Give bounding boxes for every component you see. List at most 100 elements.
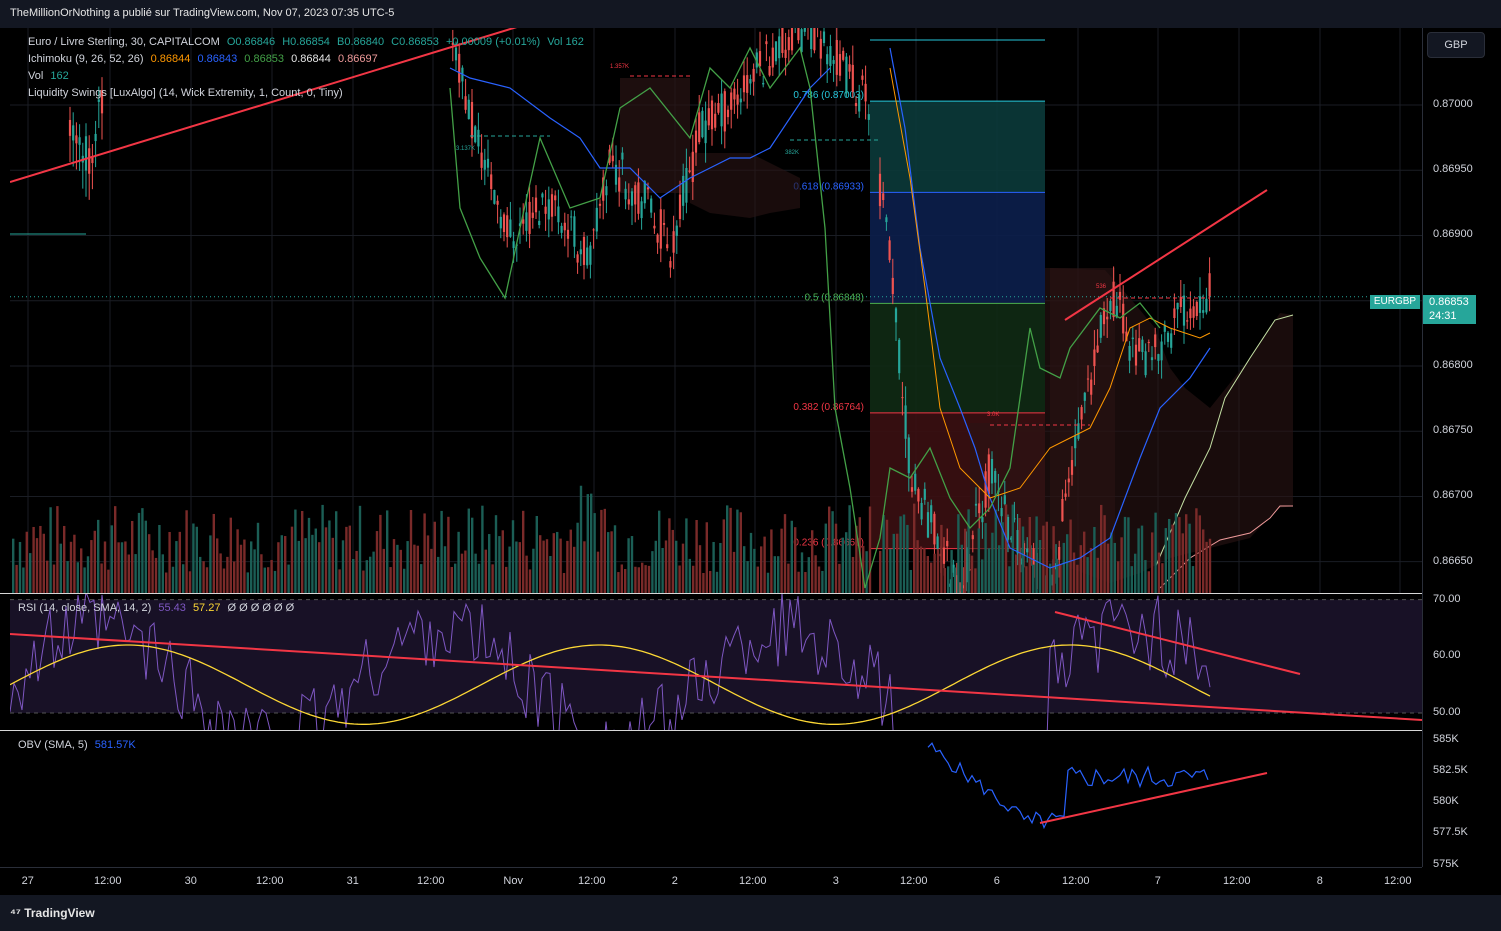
- candle-body: [1074, 435, 1077, 449]
- candle-body: [752, 68, 755, 82]
- rsi-legend[interactable]: RSI (14, close, SMA, 14, 2) 55.43 57.27 …: [18, 602, 298, 614]
- volume-bar: [889, 548, 892, 593]
- candle-body: [736, 94, 739, 105]
- volume-bar: [919, 546, 923, 593]
- candle-body: [923, 488, 926, 500]
- volume-bar: [1035, 516, 1038, 593]
- main-chart-pane[interactable]: 0.786 (0.87003) 0.618 (0.86933) 0.5 (0.868…: [10, 28, 1422, 593]
- rsi-pane[interactable]: RSI (14, close, SMA, 14, 2) 55.43 57.27 …: [10, 594, 1422, 730]
- candle-body: [1061, 498, 1064, 522]
- price-tick-label: 0.86700: [1433, 489, 1473, 502]
- candle-body: [730, 92, 733, 110]
- volume-legend-value: 162: [50, 70, 69, 82]
- volume-bar: [749, 532, 753, 593]
- volume-bar: [926, 556, 929, 593]
- candle-body: [898, 339, 901, 374]
- candle-body: [496, 200, 499, 205]
- obv-tick-label: 585K: [1433, 732, 1459, 745]
- volume-bar: [216, 538, 219, 593]
- time-tick-label: 7: [1154, 875, 1161, 887]
- candle-body: [1122, 303, 1125, 334]
- volume-bar: [148, 534, 151, 593]
- time-tick-label: 12:00: [256, 875, 284, 887]
- currency-button[interactable]: GBP: [1427, 32, 1485, 58]
- volume-bar: [556, 531, 559, 593]
- volume-bar: [464, 550, 467, 593]
- volume-bar: [433, 521, 436, 593]
- volume-bar: [66, 561, 69, 593]
- candle-body: [742, 75, 746, 93]
- time-tick-label: 12:00: [739, 875, 767, 887]
- candle-body: [926, 512, 930, 538]
- liquidity-annotation: 536: [1096, 284, 1107, 290]
- volume-bar: [1055, 558, 1059, 593]
- price-scale[interactable]: 0.870000.869500.869000.868500.868000.867…: [1422, 28, 1501, 870]
- candle-body: [557, 206, 560, 223]
- candle-body: [867, 114, 870, 120]
- volume-bar: [481, 505, 484, 593]
- volume-bar: [56, 506, 59, 593]
- volume-bar: [284, 536, 287, 593]
- candle-body: [624, 188, 627, 200]
- liquidity-legend[interactable]: Liquidity Swings [LuxAlgo] (14, Wick Ext…: [28, 87, 347, 99]
- volume-bar: [18, 541, 22, 593]
- volume-bar: [471, 517, 474, 593]
- candle-body: [531, 212, 534, 218]
- ichimoku-legend[interactable]: Ichimoku (9, 26, 52, 26) 0.86844 0.86843…: [28, 53, 382, 65]
- volume-bar: [260, 554, 263, 593]
- volume-bar: [1083, 531, 1086, 593]
- volume-bar: [341, 540, 345, 593]
- candle-body: [666, 244, 669, 249]
- rsi-chart-svg[interactable]: [10, 594, 1422, 730]
- volume-bar: [239, 544, 243, 593]
- symbol-name[interactable]: Euro / Livre Sterling, 30, CAPITALCOM: [28, 36, 220, 48]
- candle-body: [810, 28, 813, 50]
- candle-body: [701, 110, 704, 138]
- obv-pane[interactable]: OBV (SMA, 5) 581.57K: [10, 731, 1422, 867]
- volume-bar: [879, 550, 882, 593]
- time-axis[interactable]: 27 12:00 30 12:00 31 12:00 Nov 12:00 2 12:00 3 12:0…: [0, 867, 1422, 896]
- candle-body: [1080, 407, 1083, 420]
- candle-body: [774, 41, 778, 62]
- candle-body: [467, 99, 470, 120]
- volume-bar: [1113, 542, 1116, 593]
- volume-bar: [175, 541, 178, 593]
- volume-bar: [273, 570, 277, 593]
- time-tick-label: 31: [346, 875, 359, 887]
- obv-legend[interactable]: OBV (SMA, 5) 581.57K: [18, 739, 140, 751]
- volume-bar: [709, 570, 712, 593]
- volume-bar: [103, 541, 107, 593]
- candle-body: [621, 152, 624, 160]
- volume-bar: [154, 557, 158, 593]
- candle-body: [566, 229, 570, 239]
- candle-body: [630, 191, 634, 206]
- volume-bar: [1120, 537, 1123, 593]
- time-tick-label: 12:00: [1062, 875, 1090, 887]
- volume-bar: [1202, 529, 1205, 593]
- candle-body: [822, 31, 826, 44]
- volume-bar: [1185, 514, 1188, 593]
- volume-bar: [913, 503, 916, 593]
- candle-body: [1090, 379, 1093, 395]
- volume-bar: [681, 543, 685, 593]
- volume-bar: [1198, 515, 1201, 593]
- candle-body: [1112, 281, 1115, 318]
- volume-bar: [474, 553, 477, 593]
- candle-body: [554, 195, 557, 201]
- volume-bar: [671, 529, 674, 593]
- main-chart-svg[interactable]: 0.786 (0.87003)0.618 (0.86933)0.5 (0.868…: [10, 28, 1422, 593]
- candle-body: [936, 536, 939, 549]
- footer-bar: ⁴⁷ TradingView: [0, 895, 1501, 931]
- candle-body: [888, 240, 891, 261]
- obv-value: 581.57K: [94, 739, 136, 751]
- volume-bar: [392, 539, 396, 593]
- obv-chart-svg[interactable]: [10, 731, 1422, 867]
- volume-bar: [90, 540, 93, 593]
- volume-bar: [403, 568, 406, 593]
- candle-body: [758, 51, 762, 67]
- volume-bar: [250, 541, 253, 593]
- volume-legend[interactable]: Vol 162: [28, 70, 73, 82]
- volume-bar: [263, 567, 266, 593]
- candle-body: [506, 215, 509, 238]
- volume-bar: [131, 520, 134, 593]
